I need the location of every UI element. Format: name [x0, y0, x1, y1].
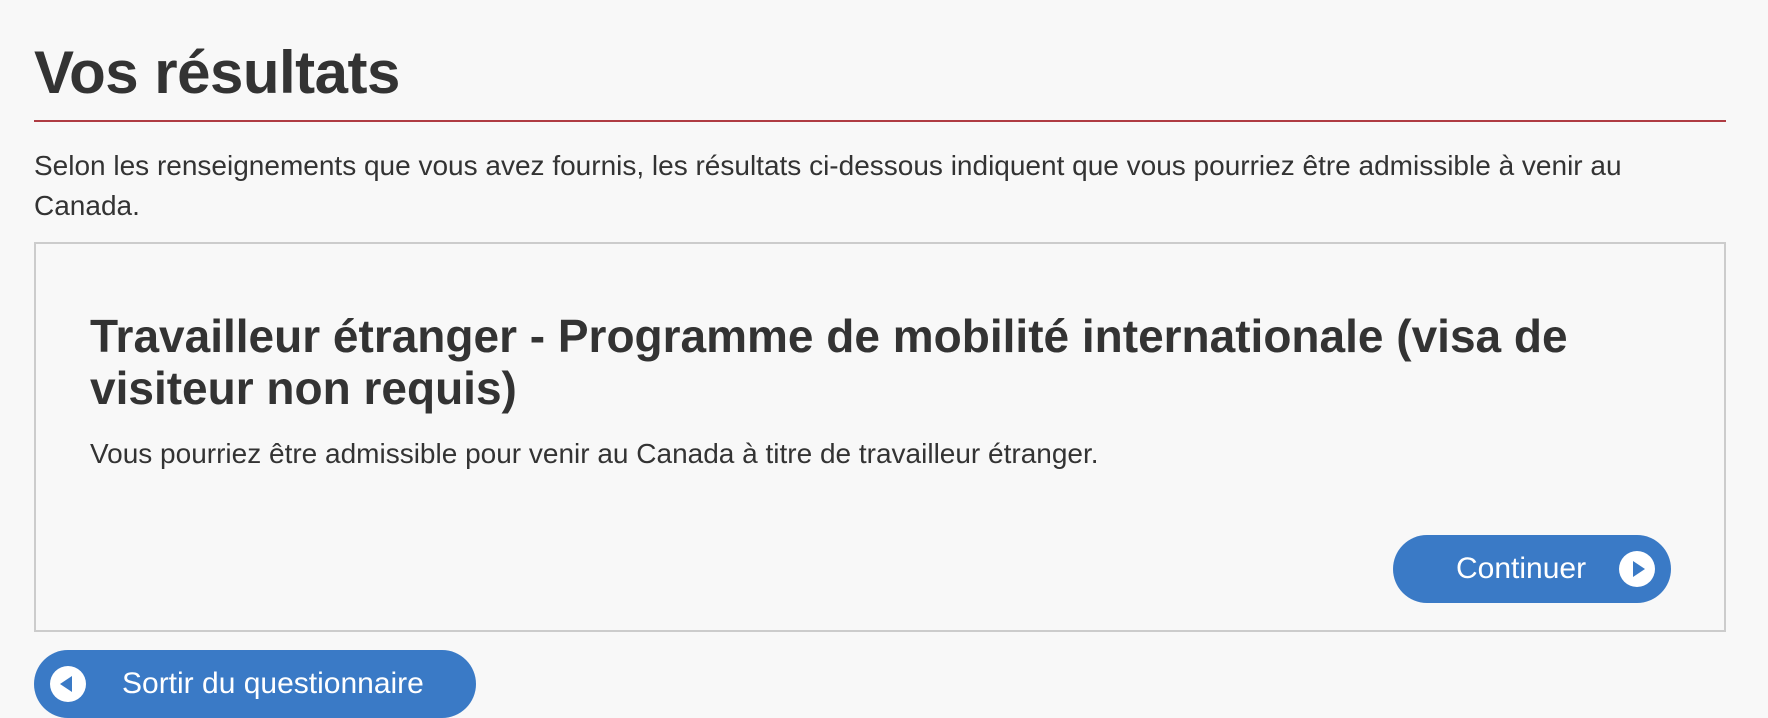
- continue-button-label: Continuer: [1456, 552, 1587, 585]
- title-divider: [34, 120, 1726, 122]
- play-circle-icon: [1619, 551, 1655, 587]
- result-card: Travailleur étranger - Programme de mobi…: [34, 242, 1726, 632]
- back-circle-icon: [50, 666, 86, 702]
- page-title: Vos résultats: [34, 39, 400, 106]
- result-title: Travailleur étranger - Programme de mobi…: [90, 310, 1568, 414]
- exit-button-label: Sortir du questionnaire: [122, 667, 424, 700]
- intro-text: Selon les renseignements que vous avez f…: [34, 150, 1622, 221]
- result-description: Vous pourriez être admissible pour venir…: [90, 438, 1099, 469]
- continue-button[interactable]: Continuer: [1393, 535, 1671, 603]
- results-page: Vos résultats Selon les renseignements q…: [34, 0, 1726, 718]
- exit-questionnaire-button[interactable]: Sortir du questionnaire: [34, 650, 476, 718]
